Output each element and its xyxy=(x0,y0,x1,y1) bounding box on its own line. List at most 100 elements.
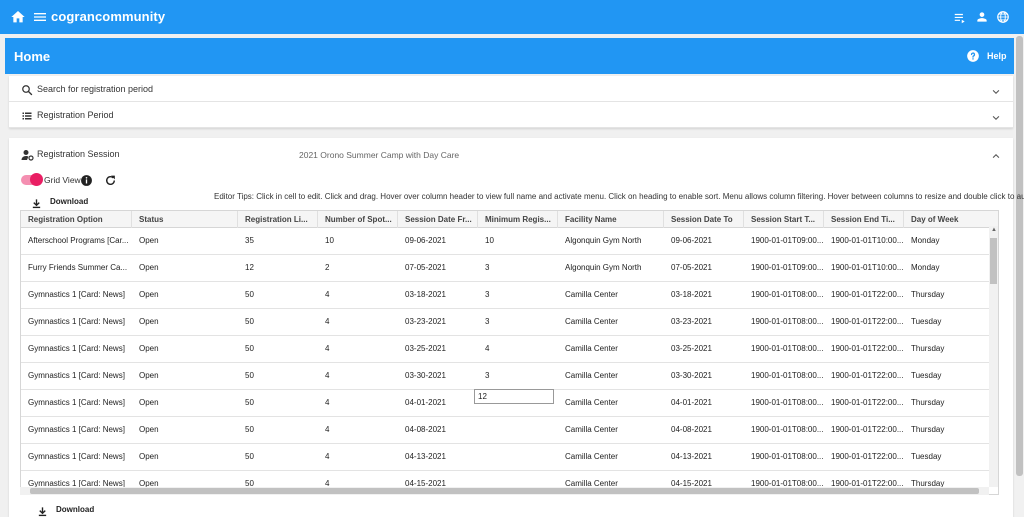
registration-period-row[interactable]: Registration Period xyxy=(9,102,1013,128)
table-cell[interactable]: Open xyxy=(132,336,238,362)
table-cell[interactable]: 03-23-2021 xyxy=(664,309,744,335)
table-cell[interactable]: 50 xyxy=(238,390,318,416)
table-cell[interactable]: Thursday xyxy=(904,282,998,308)
table-cell[interactable]: 3 xyxy=(478,309,558,335)
table-cell[interactable]: 1900-01-01T22:00... xyxy=(824,444,904,470)
table-cell[interactable]: Thursday xyxy=(904,336,998,362)
table-cell[interactable]: Gymnastics 1 [Card: News] xyxy=(21,390,132,416)
table-cell[interactable]: Open xyxy=(132,228,238,254)
table-cell[interactable]: 1900-01-01T22:00... xyxy=(824,417,904,443)
table-cell[interactable]: 4 xyxy=(318,336,398,362)
home-icon[interactable] xyxy=(10,9,26,25)
search-registration-period-row[interactable]: Search for registration period xyxy=(9,76,1013,102)
grid-vertical-scrollbar-thumb[interactable] xyxy=(990,238,997,284)
table-cell[interactable]: Tuesday xyxy=(904,309,998,335)
table-cell[interactable]: 04-01-2021 xyxy=(398,390,478,416)
grid-view-toggle[interactable] xyxy=(21,173,43,186)
table-cell[interactable]: 07-05-2021 xyxy=(664,255,744,281)
table-cell[interactable]: Open xyxy=(132,417,238,443)
table-row[interactable]: Gymnastics 1 [Card: News] Open 50 4 03-25-20… xyxy=(21,336,998,363)
table-cell[interactable]: 1900-01-01T22:00... xyxy=(824,390,904,416)
table-cell[interactable]: 1900-01-01T22:00... xyxy=(824,309,904,335)
table-cell[interactable]: 03-25-2021 xyxy=(664,336,744,362)
table-cell[interactable]: 4 xyxy=(478,336,558,362)
table-row[interactable]: Gymnastics 1 [Card: News] Open 50 4 03-30-20… xyxy=(21,363,998,390)
table-cell[interactable]: 50 xyxy=(238,309,318,335)
table-cell[interactable]: 09-06-2021 xyxy=(664,228,744,254)
table-cell[interactable]: Gymnastics 1 [Card: News] xyxy=(21,444,132,470)
table-cell[interactable]: Algonquin Gym North xyxy=(558,255,664,281)
column-header[interactable]: Facility Name xyxy=(558,211,664,228)
table-cell[interactable]: Tuesday xyxy=(904,444,998,470)
globe-icon[interactable] xyxy=(996,10,1010,24)
table-cell[interactable]: Camilla Center xyxy=(558,309,664,335)
table-cell[interactable]: Monday xyxy=(904,255,998,281)
table-cell[interactable]: 1900-01-01T22:00... xyxy=(824,363,904,389)
table-cell[interactable]: 1900-01-01T08:00... xyxy=(744,390,824,416)
table-cell[interactable]: 4 xyxy=(318,309,398,335)
refresh-icon[interactable] xyxy=(104,174,117,187)
table-cell[interactable]: Open xyxy=(132,390,238,416)
table-cell[interactable]: 3 xyxy=(478,282,558,308)
grid-vertical-scrollbar[interactable]: ▲ xyxy=(989,226,998,487)
table-cell[interactable]: Open xyxy=(132,444,238,470)
table-cell[interactable]: Gymnastics 1 [Card: News] xyxy=(21,282,132,308)
table-cell[interactable]: Monday xyxy=(904,228,998,254)
table-cell[interactable]: Camilla Center xyxy=(558,363,664,389)
cell-editor-input[interactable]: 12 xyxy=(474,389,554,404)
column-header[interactable]: Registration Option xyxy=(21,211,132,228)
table-cell[interactable]: 04-01-2021 xyxy=(664,390,744,416)
table-cell[interactable]: 1900-01-01T10:00... xyxy=(824,255,904,281)
table-cell[interactable]: Gymnastics 1 [Card: News] xyxy=(21,309,132,335)
registration-session-value[interactable]: 2021 Orono Summer Camp with Day Care xyxy=(299,150,459,160)
table-cell[interactable]: 03-30-2021 xyxy=(398,363,478,389)
table-cell[interactable]: Camilla Center xyxy=(558,282,664,308)
table-cell[interactable]: 50 xyxy=(238,444,318,470)
table-cell[interactable]: 1900-01-01T09:00... xyxy=(744,228,824,254)
table-cell[interactable]: Open xyxy=(132,363,238,389)
table-cell[interactable]: Thursday xyxy=(904,390,998,416)
table-cell[interactable]: 3 xyxy=(478,363,558,389)
column-header[interactable]: Number of Spot... xyxy=(318,211,398,228)
app-brand[interactable]: cograncommunity xyxy=(51,9,165,24)
column-header[interactable]: Status xyxy=(132,211,238,228)
table-cell[interactable]: Camilla Center xyxy=(558,390,664,416)
table-cell[interactable]: Gymnastics 1 [Card: News] xyxy=(21,336,132,362)
column-header[interactable]: Session Date Fr... xyxy=(398,211,478,228)
table-cell[interactable]: 1900-01-01T08:00... xyxy=(744,336,824,362)
account-icon[interactable] xyxy=(975,10,989,24)
table-cell[interactable]: 03-30-2021 xyxy=(664,363,744,389)
table-cell[interactable]: Open xyxy=(132,282,238,308)
download-button-bottom[interactable]: Download xyxy=(37,504,94,517)
table-cell[interactable]: 50 xyxy=(238,282,318,308)
list-icon[interactable] xyxy=(953,11,967,25)
table-cell[interactable]: 50 xyxy=(238,417,318,443)
table-cell[interactable]: 1900-01-01T22:00... xyxy=(824,336,904,362)
table-cell[interactable]: 03-18-2021 xyxy=(398,282,478,308)
table-cell[interactable]: Furry Friends Summer Ca... xyxy=(21,255,132,281)
table-cell[interactable]: 12 xyxy=(238,255,318,281)
help-icon[interactable] xyxy=(966,49,980,63)
table-cell[interactable]: Camilla Center xyxy=(558,444,664,470)
table-row[interactable]: Gymnastics 1 [Card: News] Open 50 4 03-18-20… xyxy=(21,282,998,309)
chevron-down-icon[interactable] xyxy=(991,110,1001,121)
table-cell[interactable]: 1900-01-01T08:00... xyxy=(744,309,824,335)
help-button[interactable]: Help xyxy=(987,51,1007,61)
page-scrollbar-thumb[interactable] xyxy=(1016,36,1023,476)
table-cell[interactable]: Open xyxy=(132,309,238,335)
table-cell[interactable]: 1900-01-01T08:00... xyxy=(744,363,824,389)
table-row[interactable]: Gymnastics 1 [Card: News] Open 50 4 04-08-20… xyxy=(21,417,998,444)
table-cell[interactable]: Open xyxy=(132,255,238,281)
table-cell[interactable]: 35 xyxy=(238,228,318,254)
column-header[interactable]: Minimum Regis... xyxy=(478,211,558,228)
table-row[interactable]: Gymnastics 1 [Card: News] Open 50 4 04-13-20… xyxy=(21,444,998,471)
table-cell[interactable]: Camilla Center xyxy=(558,417,664,443)
table-cell[interactable]: Tuesday xyxy=(904,363,998,389)
menu-icon[interactable] xyxy=(32,9,48,25)
table-cell[interactable]: 1900-01-01T08:00... xyxy=(744,282,824,308)
table-cell[interactable]: 4 xyxy=(318,282,398,308)
table-cell[interactable]: Thursday xyxy=(904,417,998,443)
table-row[interactable]: Afterschool Programs [Car... Open 35 10 09-0… xyxy=(21,228,998,255)
table-cell[interactable]: Gymnastics 1 [Card: News] xyxy=(21,363,132,389)
table-cell[interactable]: 1900-01-01T22:00... xyxy=(824,282,904,308)
